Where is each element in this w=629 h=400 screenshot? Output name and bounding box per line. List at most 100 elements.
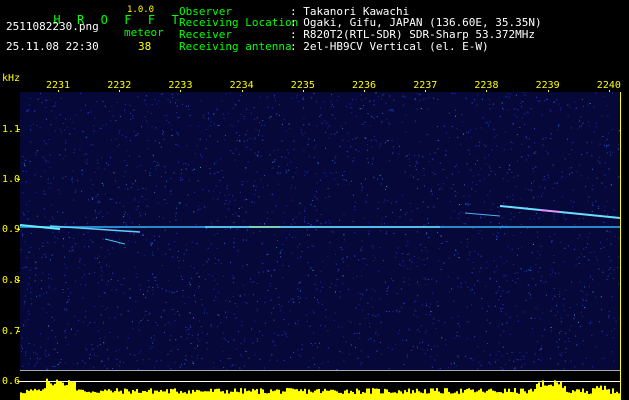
level-column (296, 389, 298, 400)
level-column (278, 389, 280, 400)
level-column (24, 393, 26, 400)
level-column (102, 391, 104, 400)
level-column (552, 386, 554, 400)
level-column (426, 393, 428, 400)
frequency-label: 0.9 (2, 224, 21, 235)
frequency-label: 1.0 (2, 174, 21, 185)
level-column (618, 393, 620, 400)
level-column (384, 388, 386, 400)
meteor-echo (104, 238, 126, 245)
level-column (64, 385, 66, 400)
level-column (478, 390, 480, 400)
level-column (382, 393, 384, 400)
level-column (284, 391, 286, 400)
level-column (154, 390, 156, 400)
level-column (212, 391, 214, 400)
antenna-value: : 2el-HB9CV Vertical (el. E-W) (290, 40, 489, 53)
level-column (358, 390, 360, 400)
spectrogram-canvas (20, 92, 620, 370)
level-column (352, 391, 354, 400)
level-column (312, 392, 314, 400)
level-column (94, 391, 96, 400)
level-column (500, 392, 502, 400)
level-column (48, 381, 50, 400)
level-column (340, 392, 342, 400)
level-column (370, 393, 372, 400)
level-column (560, 381, 562, 400)
level-column (354, 393, 356, 400)
level-column (52, 385, 54, 400)
level-column (264, 392, 266, 400)
level-column (50, 383, 52, 400)
level-column (406, 392, 408, 400)
level-column (56, 379, 58, 400)
level-column (470, 389, 472, 400)
level-column (196, 389, 198, 400)
level-column (68, 380, 70, 400)
level-column (306, 393, 308, 400)
meteor-echo-head (539, 209, 561, 213)
level-column (294, 389, 296, 400)
level-column (466, 389, 468, 400)
level-column (90, 392, 92, 400)
level-column (550, 384, 552, 400)
level-column (192, 389, 194, 400)
frequency-unit-label: kHz (2, 73, 21, 84)
frequency-label: 0.6 (2, 376, 21, 387)
meteor-label: meteor (124, 26, 164, 39)
level-column (396, 393, 398, 400)
level-column (140, 392, 142, 400)
level-column (38, 389, 40, 400)
level-column (598, 387, 600, 400)
level-column (270, 389, 272, 400)
level-column (334, 390, 336, 400)
level-column (218, 388, 220, 400)
level-column (536, 383, 538, 400)
level-column (472, 389, 474, 400)
level-column (602, 389, 604, 400)
level-column (558, 384, 560, 400)
level-column (432, 388, 434, 400)
level-column (408, 388, 410, 400)
level-column (420, 392, 422, 400)
signal-level-bar (20, 378, 620, 400)
level-column (518, 393, 520, 400)
level-column (168, 393, 170, 400)
level-column (58, 381, 60, 400)
level-column (76, 390, 78, 400)
level-column (610, 393, 612, 400)
level-column (146, 391, 148, 400)
level-column (46, 378, 48, 400)
level-column (282, 391, 284, 400)
level-column (446, 388, 448, 400)
level-column (590, 393, 592, 400)
level-column (458, 393, 460, 400)
level-column (418, 391, 420, 400)
level-column (490, 388, 492, 400)
level-column (60, 381, 62, 400)
level-column (450, 393, 452, 400)
app-version: 1.0.0 (127, 5, 155, 15)
level-column (250, 391, 252, 400)
level-column (230, 391, 232, 400)
level-column (600, 385, 602, 400)
level-column (302, 391, 304, 400)
level-column (138, 392, 140, 400)
level-column (594, 388, 596, 400)
level-column (410, 393, 412, 400)
level-column (468, 388, 470, 400)
level-column (208, 391, 210, 400)
level-column (368, 388, 370, 400)
level-column (266, 393, 268, 400)
level-column (222, 391, 224, 400)
level-column (326, 390, 328, 400)
level-column (100, 390, 102, 400)
level-column (488, 389, 490, 400)
level-column (286, 388, 288, 400)
hrofft-window: H R O F F T 1.0.0 2511082230.png meteor … (0, 0, 629, 400)
level-column (390, 392, 392, 400)
level-column (144, 391, 146, 400)
level-column (416, 388, 418, 400)
level-column (608, 389, 610, 400)
level-column (248, 390, 250, 400)
